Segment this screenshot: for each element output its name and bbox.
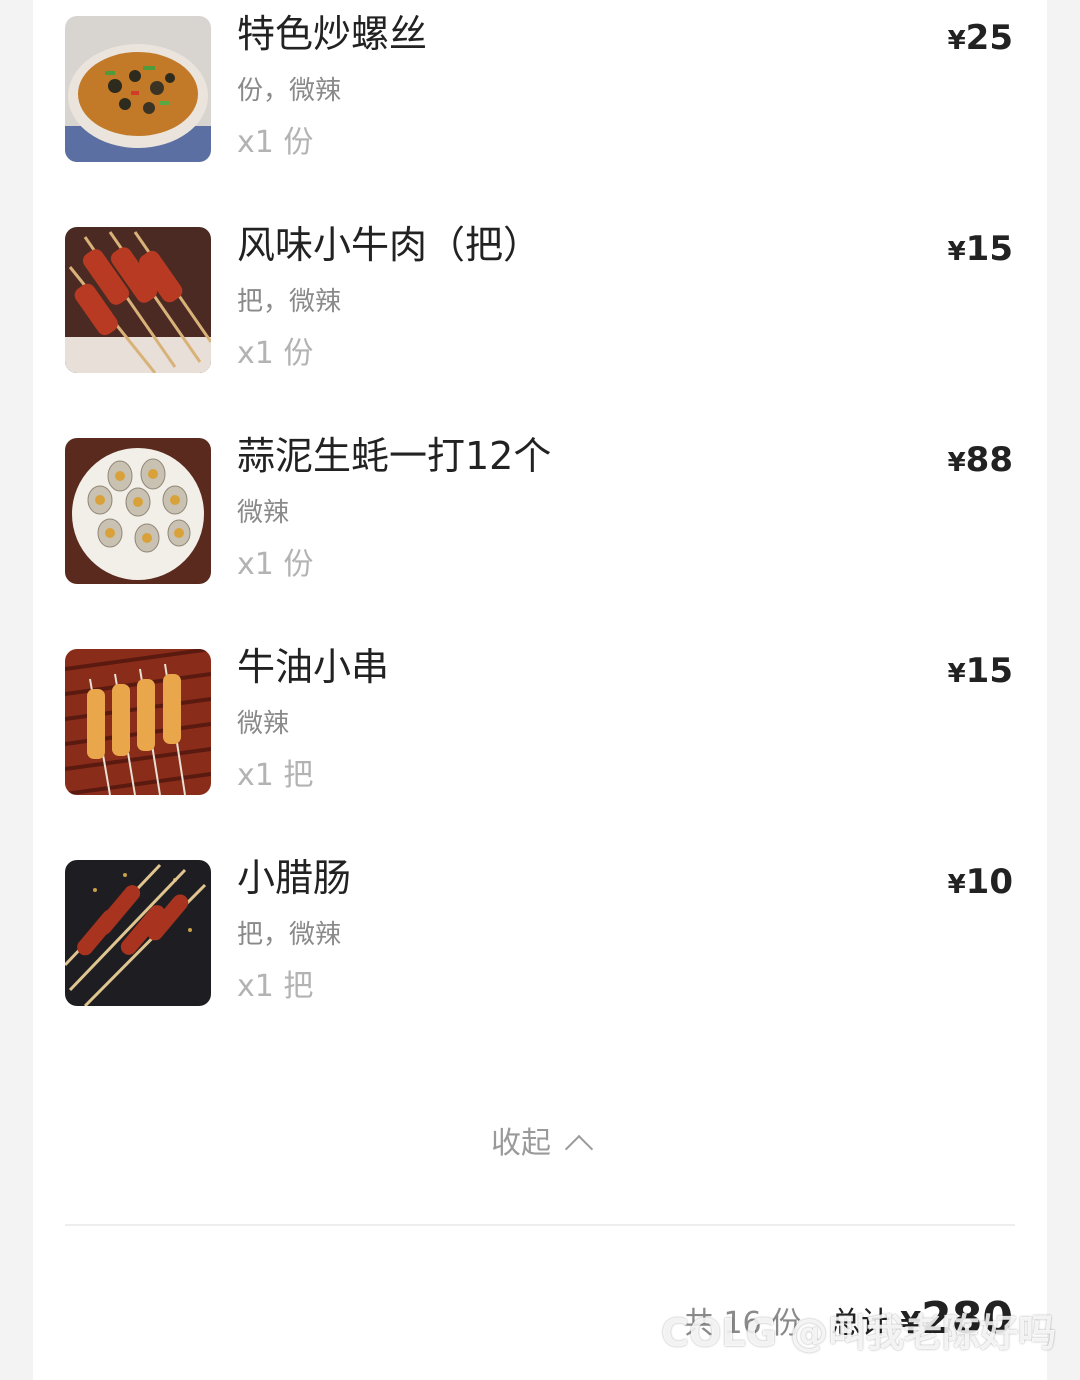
divider bbox=[65, 1224, 1015, 1226]
tallow-skewers-image bbox=[65, 649, 211, 795]
watermark: COLG @叫我老陈好吗 bbox=[661, 1311, 1056, 1355]
item-name: 特色炒螺丝 bbox=[237, 12, 428, 56]
collapse-button[interactable]: 收起 bbox=[33, 1122, 1047, 1166]
item-quantity: x1 份 bbox=[237, 336, 314, 371]
list-item[interactable]: 小腊肠 把，微辣 x1 把 ¥10 bbox=[33, 856, 1047, 1020]
item-name: 牛油小串 bbox=[237, 645, 390, 689]
chevron-up-icon bbox=[564, 1134, 594, 1164]
list-item[interactable]: 特色炒螺丝 份，微辣 x1 份 ¥25 bbox=[33, 12, 1047, 176]
item-spec: 把，微辣 bbox=[237, 920, 342, 950]
item-price: ¥88 bbox=[947, 440, 1013, 480]
collapse-label: 收起 bbox=[491, 1126, 551, 1161]
item-spec: 份，微辣 bbox=[237, 76, 342, 106]
oysters-image bbox=[65, 438, 211, 584]
sausage-skewers-image bbox=[65, 860, 211, 1006]
item-spec: 把，微辣 bbox=[237, 287, 342, 317]
item-quantity: x1 份 bbox=[237, 547, 314, 582]
list-item[interactable]: 牛油小串 微辣 x1 把 ¥15 bbox=[33, 645, 1047, 809]
item-name: 蒜泥生蚝一打12个 bbox=[237, 434, 552, 478]
item-quantity: x1 份 bbox=[237, 125, 314, 160]
item-name: 风味小牛肉（把） bbox=[237, 223, 542, 267]
list-item[interactable]: 风味小牛肉（把） 把，微辣 x1 份 ¥15 bbox=[33, 223, 1047, 387]
item-price: ¥15 bbox=[947, 229, 1013, 269]
beef-skewers-image bbox=[65, 227, 211, 373]
item-price: ¥10 bbox=[947, 862, 1013, 902]
item-price: ¥15 bbox=[947, 651, 1013, 691]
item-quantity: x1 把 bbox=[237, 758, 314, 793]
snail-dish-image bbox=[65, 16, 211, 162]
order-card: 特色炒螺丝 份，微辣 x1 份 ¥25 风味小牛肉（把） 把，微辣 x1 份 ¥… bbox=[33, 0, 1047, 1380]
item-spec: 微辣 bbox=[237, 709, 290, 739]
list-item[interactable]: 蒜泥生蚝一打12个 微辣 x1 份 ¥88 bbox=[33, 434, 1047, 598]
item-price: ¥25 bbox=[947, 18, 1013, 58]
item-spec: 微辣 bbox=[237, 498, 290, 528]
item-quantity: x1 把 bbox=[237, 969, 314, 1004]
item-name: 小腊肠 bbox=[237, 856, 352, 900]
